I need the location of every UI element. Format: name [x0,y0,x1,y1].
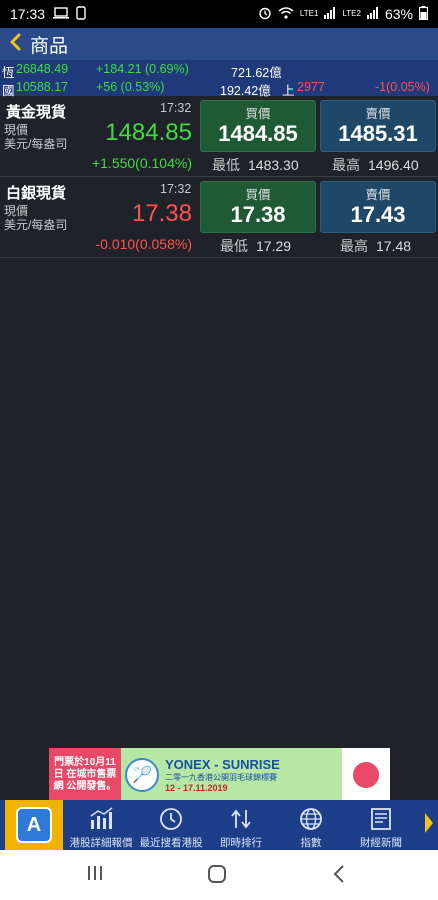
ticker-extra-change: -1(0.05%) [375,80,430,94]
sell-price-label: 賣價 [365,107,391,121]
globe-icon [300,808,322,830]
high-label: 最高 [340,238,368,254]
ad-banner[interactable]: 門票於10月11日 在城市售票網 公開發售。 🏸 YONEX - SUNRISE… [49,748,390,801]
commodity-name: 白銀現貨 [6,185,67,202]
commodity-name: 黃金現貨 [6,104,67,121]
nav-item-news[interactable]: 財經新聞 [346,800,416,850]
battery-level: 63% [384,6,413,22]
high-label: 最高 [332,157,360,173]
index-ticker-hsi[interactable]: 恆 26848.49 +184.21 (0.69%) 721.62億 [0,60,438,80]
home-system-button[interactable] [207,864,227,890]
sponsor-logo [342,748,390,801]
page-title: 商品 [30,35,69,57]
phone-icon [75,5,87,23]
low-label: 最低 [212,157,240,173]
buy-price-value: 17.38 [230,202,286,227]
nav-item-ranking[interactable]: 即時排行 [206,800,276,850]
ad-ticket-notice: 門票於10月11日 在城市售票網 公開發售。 [49,748,121,801]
high-value: 17.48 [376,238,412,254]
ad-date: 12 - 17.11.2019 [165,782,228,793]
signal-lte1-icon: LTE1 [299,9,319,18]
home-button[interactable]: A [5,800,63,850]
app-logo-icon: A [16,807,52,843]
nav-label: 最近搜看港股 [139,837,203,849]
ticker-change: +184.21 (0.69%) [96,62,189,76]
low-label: 最低 [220,238,248,254]
app-header: 商品 [0,28,438,60]
nav-item-stock-quote[interactable]: 港股詳細報價 [66,800,136,850]
battery-icon [418,5,429,23]
clock-icon [160,808,182,830]
buy-price-box[interactable]: 買價 17.38 [200,181,316,233]
sell-price-box[interactable]: 賣價 17.43 [320,181,436,233]
ad-subtitle: 二零一九香港公開羽毛球錦標賽 [165,772,277,782]
back-system-button[interactable] [332,864,346,890]
high-price: 最高 1496.40 [332,155,419,175]
back-button[interactable] [0,28,30,60]
sell-price-box[interactable]: 賣價 1485.31 [320,100,436,152]
ad-title: YONEX - SUNRISE [165,756,280,772]
commodity-time: 17:32 [160,182,192,196]
status-time: 17:33 [10,6,46,22]
signal-bars-icon [324,6,336,22]
nav-item-recent[interactable]: 最近搜看港股 [136,800,206,850]
ticker-value: 26848.49 [16,62,69,76]
ticker-extra-value: 2977 [297,80,325,94]
system-nav-bar [0,850,438,900]
nav-label: 財經新聞 [360,837,402,849]
low-price: 最低 1483.30 [212,155,299,175]
commodity-price: 17.38 [131,200,192,227]
low-value: 17.29 [256,238,292,254]
commodity-row-gold[interactable]: 黃金現貨 17:32 現價 美元/每盎司 1484.85 +1.550(0.10… [0,97,438,177]
buy-price-label: 買價 [245,107,271,121]
ticker-value: 10588.17 [16,80,69,94]
low-value: 1483.30 [248,157,299,173]
bottom-nav: A 港股詳細報價 最近搜看港股 即時排行 指數 財經新聞 [0,800,438,850]
chevron-right-icon[interactable] [424,812,434,840]
signal-lte2-icon: LTE2 [342,9,361,18]
badminton-logo-icon: 🏸 [125,757,159,792]
commodity-row-silver[interactable]: 白銀現貨 17:32 現價 美元/每盎司 17.38 -0.010(0.058%… [0,178,438,258]
ranking-icon [231,809,251,829]
sell-price-value: 1485.31 [338,121,418,146]
status-bar: 17:33 LTE1 LTE2 63% [0,0,438,28]
commodity-change: -0.010(0.058%) [95,236,192,252]
commodity-change: +1.550(0.104%) [91,155,192,171]
nav-label: 指數 [300,837,322,849]
commodity-unit: 美元/每盎司 [4,137,68,151]
sell-price-value: 17.43 [350,202,406,227]
recents-button[interactable] [86,864,104,888]
ticker-change: +56 (0.53%) [96,80,165,94]
news-icon [371,808,391,830]
commodity-time: 17:32 [160,101,192,115]
commodity-price: 1484.85 [105,119,192,146]
alarm-icon [258,6,272,23]
chart-icon [90,807,113,829]
signal-bars-icon [366,6,379,22]
laptop-icon [53,6,70,22]
index-ticker-hscei[interactable]: 國 10588.17 +56 (0.53%) 192.42億 上 2977 -1… [0,78,438,98]
buy-price-box[interactable]: 買價 1484.85 [200,100,316,152]
sell-price-label: 賣價 [365,188,391,202]
low-price: 最低 17.29 [220,236,291,256]
buy-price-value: 1484.85 [218,121,298,146]
high-value: 1496.40 [368,157,419,173]
nav-label: 港股詳細報價 [69,837,133,849]
nav-item-index[interactable]: 指數 [276,800,346,850]
sponsor-logo-icon [353,761,379,788]
nav-label: 即時排行 [220,837,262,849]
commodity-unit: 美元/每盎司 [4,218,68,232]
chevron-left-icon [9,31,21,57]
buy-price-label: 買價 [245,188,271,202]
wifi-icon [278,6,294,22]
high-price: 最高 17.48 [340,236,411,256]
